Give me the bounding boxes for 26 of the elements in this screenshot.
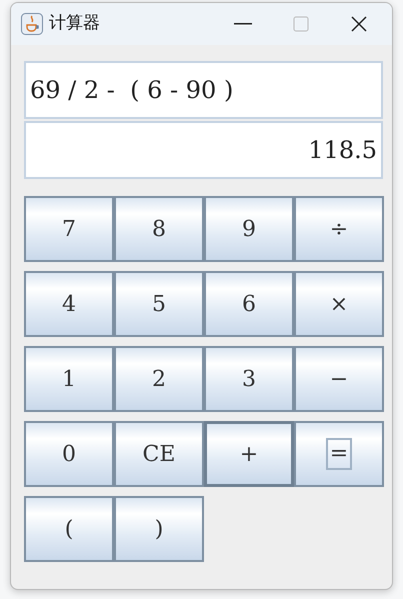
- calculator-key[interactable]: 9: [204, 196, 294, 262]
- calculator-key[interactable]: +: [204, 421, 294, 487]
- focus-ring: =: [326, 438, 352, 470]
- calculator-key[interactable]: 3: [204, 346, 294, 412]
- minimize-icon: [234, 23, 252, 25]
- java-cup-icon: [21, 13, 43, 35]
- calculator-key[interactable]: ÷: [294, 196, 384, 262]
- calculator-key[interactable]: CE: [114, 421, 204, 487]
- calculator-key[interactable]: =: [294, 421, 384, 487]
- calculator-key[interactable]: (: [24, 496, 114, 562]
- close-icon: [351, 16, 367, 32]
- calculator-key[interactable]: 5: [114, 271, 204, 337]
- maximize-icon: [293, 16, 309, 32]
- calculator-key[interactable]: 0: [24, 421, 114, 487]
- calculator-key[interactable]: 2: [114, 346, 204, 412]
- calculator-key[interactable]: 6: [204, 271, 294, 337]
- result-field[interactable]: 118.5: [24, 121, 383, 179]
- calculator-key[interactable]: 4: [24, 271, 114, 337]
- expression-field[interactable]: 69 / 2 - ( 6 - 90 ): [24, 61, 383, 119]
- calculator-key[interactable]: 8: [114, 196, 204, 262]
- calculator-key[interactable]: ×: [294, 271, 384, 337]
- calculator-key[interactable]: −: [294, 346, 384, 412]
- window-title: 计算器: [49, 12, 100, 36]
- calculator-key[interactable]: 7: [24, 196, 114, 262]
- calculator-key[interactable]: 1: [24, 346, 114, 412]
- calculator-key[interactable]: ): [114, 496, 204, 562]
